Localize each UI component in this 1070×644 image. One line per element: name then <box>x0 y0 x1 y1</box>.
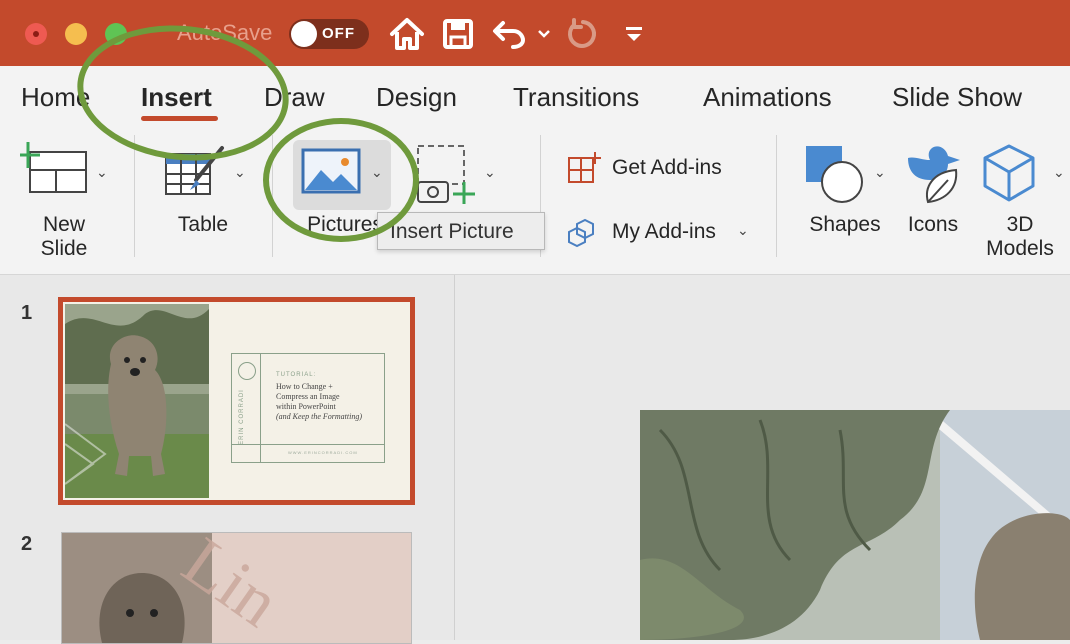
chevron-down-icon[interactable]: ⌄ <box>96 164 108 181</box>
slide-subtitle: (and Keep the Formatting) <box>276 412 362 421</box>
3d-models-label-line1: 3D <box>1006 213 1034 236</box>
chevron-down-icon[interactable]: ⌄ <box>234 164 246 181</box>
tab-transitions[interactable]: Transitions <box>513 82 639 113</box>
frame-divider <box>260 354 261 462</box>
my-addins-button[interactable]: My Add-ins ⌄ <box>565 214 765 254</box>
addins-icon <box>568 218 594 248</box>
new-slide-icon <box>20 142 87 193</box>
undo-dropdown-icon[interactable] <box>537 29 551 39</box>
slide-number: 2 <box>21 533 33 555</box>
get-addins-button[interactable]: Get Add-ins <box>565 150 765 190</box>
new-slide-button[interactable]: ⌄ New Slide <box>14 140 116 260</box>
slide-number: 1 <box>21 302 33 324</box>
tab-draw[interactable]: Draw <box>264 82 325 113</box>
eyebrow-text: TUTORIAL: <box>276 372 317 378</box>
title-frame: ERIN CORRADI TUTORIAL: How to Change + C… <box>231 353 385 463</box>
tab-insert[interactable]: Insert <box>141 82 212 113</box>
table-button[interactable]: ⌄ Table <box>150 140 260 240</box>
frame-divider <box>232 444 384 445</box>
toggle-knob <box>291 21 317 47</box>
icons-button[interactable]: Icons <box>898 140 968 240</box>
author-vertical-text: ERIN CORRADI <box>238 389 245 445</box>
undo-icon[interactable] <box>491 19 527 49</box>
screenshot-button[interactable]: ⌄ <box>414 144 504 208</box>
tab-home[interactable]: Home <box>21 82 90 113</box>
title-bar: AutoSave OFF <box>0 0 1070 66</box>
title-line: within PowerPoint <box>276 402 336 411</box>
chevron-down-icon[interactable]: ⌄ <box>484 164 496 181</box>
close-window-button[interactable] <box>25 23 47 45</box>
active-tab-indicator <box>141 116 218 121</box>
chevron-down-icon[interactable]: ⌄ <box>874 164 886 181</box>
shapes-label: Shapes <box>809 213 881 236</box>
icons-label: Icons <box>907 213 959 236</box>
new-slide-label-line1: New <box>42 213 85 236</box>
logo-mark-icon <box>238 362 256 380</box>
get-addins-label: Get Add-ins <box>612 156 722 179</box>
table-label: Table <box>177 213 229 236</box>
close-icon <box>33 31 39 37</box>
toolbar-separator <box>134 135 135 257</box>
icons-gallery-icon <box>908 146 960 204</box>
customize-toolbar-icon[interactable] <box>624 24 644 44</box>
footer-url: WWW.ERINCORRADI.COM <box>288 450 358 455</box>
chevron-down-icon[interactable]: ⌄ <box>737 222 749 239</box>
redo-icon[interactable] <box>565 17 601 53</box>
slide-thumbnail-1[interactable]: ERIN CORRADI TUTORIAL: How to Change + C… <box>58 297 415 505</box>
maximize-window-button[interactable] <box>105 23 127 45</box>
chevron-down-icon[interactable]: ⌄ <box>1053 164 1065 181</box>
dog-photo <box>65 304 209 498</box>
autosave-toggle[interactable]: OFF <box>289 19 369 49</box>
new-slide-label-line2: Slide <box>40 237 88 260</box>
ribbon-tabs: Home Insert Draw Design Transitions Anim… <box>0 66 1070 126</box>
3d-models-button[interactable]: ⌄ 3D Models <box>975 140 1070 260</box>
title-line: Compress an Image <box>276 392 340 401</box>
store-icon <box>568 152 601 183</box>
slide-thumbnail-2[interactable]: Lin <box>61 532 412 644</box>
shapes-button[interactable]: ⌄ Shapes <box>800 140 896 240</box>
chevron-down-icon[interactable]: ⌄ <box>371 164 383 181</box>
tooltip-text: Insert Picture <box>390 220 514 243</box>
main-slide-photo[interactable] <box>640 410 1070 640</box>
my-addins-label: My Add-ins <box>612 220 716 243</box>
tab-slide-show[interactable]: Slide Show <box>892 82 1022 113</box>
slide-title: How to Change + Compress an Image within… <box>276 382 362 422</box>
home-icon[interactable] <box>389 17 425 51</box>
autosave-state: OFF <box>322 25 355 42</box>
shapes-icon <box>806 146 863 203</box>
screenshot-icon <box>417 145 475 204</box>
tab-design[interactable]: Design <box>376 82 457 113</box>
toolbar-separator <box>776 135 777 257</box>
minimize-window-button[interactable] <box>65 23 87 45</box>
title-line: How to Change + <box>276 382 333 391</box>
save-icon[interactable] <box>442 18 474 50</box>
insert-picture-tooltip: Insert Picture <box>377 212 545 250</box>
picture-icon <box>301 148 361 194</box>
tab-animations[interactable]: Animations <box>703 82 832 113</box>
table-icon <box>165 146 224 195</box>
3d-models-label-line2: Models <box>986 237 1054 260</box>
autosave-label: AutoSave <box>177 20 273 45</box>
cube-icon <box>983 144 1035 202</box>
toolbar-separator <box>272 135 273 257</box>
